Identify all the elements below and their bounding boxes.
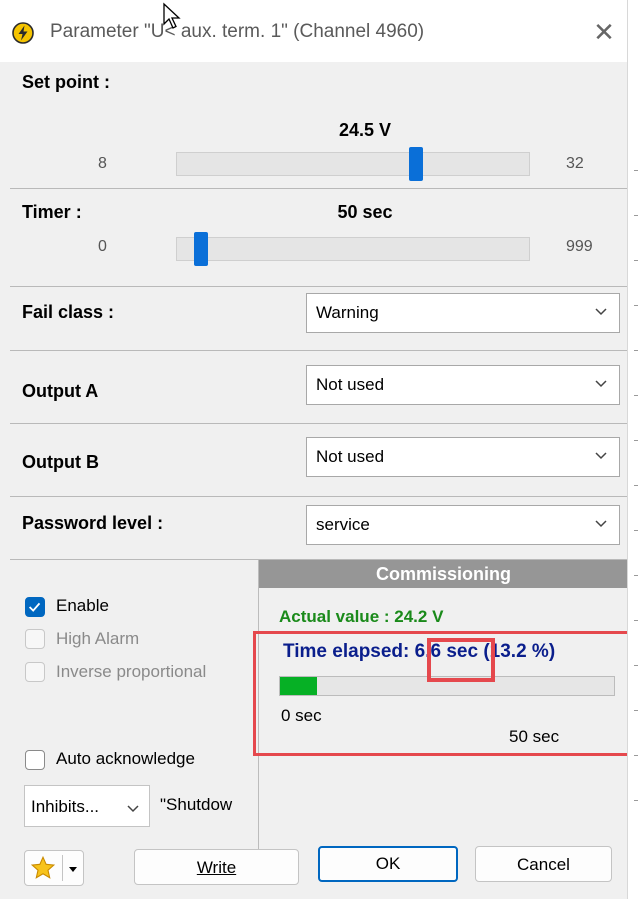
auto-acknowledge-label: Auto acknowledge [56,749,195,768]
window-title: Parameter "U< aux. term. 1" (Channel 496… [50,21,425,42]
fail-class-label: Fail class : [22,302,115,322]
write-button[interactable]: Write [134,849,299,885]
output-b-value: Not used [316,447,385,466]
checkmark-icon [28,602,41,612]
high-alarm-checkbox[interactable] [25,629,45,649]
timer-label: Timer : [22,202,82,222]
timer-value: 50 sec [337,202,393,222]
enable-checkbox[interactable] [25,597,45,617]
parameter-dialog: Parameter "U< aux. term. 1" (Channel 496… [0,0,631,899]
output-b-dropdown[interactable]: Not used [306,437,620,477]
chevron-down-icon [595,380,607,388]
timer-slider[interactable] [176,232,530,266]
star-icon [30,855,56,879]
setpoint-slider[interactable] [176,147,530,181]
password-label: Password level : [22,513,164,533]
enable-label: Enable [56,596,109,615]
setpoint-label: Set point : [22,72,110,92]
password-section: Password level : service [10,497,627,560]
password-value: service [316,515,370,534]
output-b-section: Output B Not used [10,424,627,497]
commissioning-header: Commissioning [259,560,628,588]
inverse-proportional-label: Inverse proportional [56,662,207,681]
mouse-cursor-icon [163,2,181,29]
inhibits-dropdown[interactable]: Inhibits... [24,785,150,827]
inhibits-label: Inhibits... [31,797,100,816]
close-button[interactable]: ✕ [586,14,622,50]
setpoint-slider-thumb[interactable] [409,147,423,181]
output-a-label: Output A [22,381,99,401]
fail-class-value: Warning [316,303,379,322]
fail-class-section: Fail class : Warning [10,287,627,351]
background-edge [627,0,638,899]
chevron-down-icon [127,805,139,813]
high-alarm-label: High Alarm [56,629,140,648]
shutdown-text: "Shutdow [160,795,233,814]
cancel-button[interactable]: Cancel [475,846,612,882]
lightning-bolt-icon [12,22,34,44]
setpoint-max: 32 [566,155,584,172]
chevron-down-icon [595,308,607,316]
setpoint-value: 24.5 V [338,120,392,140]
setpoint-section: Set point : 24.5 V 8 32 [10,62,627,189]
output-a-value: Not used [316,375,385,394]
write-button-label: Write [196,858,237,877]
output-a-dropdown[interactable]: Not used [306,365,620,405]
title-bar: Parameter "U< aux. term. 1" (Channel 496… [0,0,627,62]
fail-class-dropdown[interactable]: Warning [306,293,620,333]
auto-acknowledge-checkbox[interactable] [25,750,45,770]
setpoint-min: 8 [98,155,107,172]
timer-max: 999 [566,238,593,255]
timer-section: Timer : 50 sec 0 999 [10,189,627,287]
chevron-down-icon [595,452,607,460]
ok-button[interactable]: OK [318,846,458,882]
output-b-label: Output B [22,452,99,472]
highlight-box-value [427,638,495,682]
timer-slider-thumb[interactable] [194,232,208,266]
output-a-section: Output A Not used [10,351,627,424]
actual-value: Actual value : 24.2 V [279,607,444,626]
caret-down-icon [69,867,77,872]
password-dropdown[interactable]: service [306,505,620,545]
timer-min: 0 [98,238,107,255]
favorite-button[interactable] [24,850,84,886]
inverse-proportional-checkbox[interactable] [25,662,45,682]
chevron-down-icon [595,520,607,528]
